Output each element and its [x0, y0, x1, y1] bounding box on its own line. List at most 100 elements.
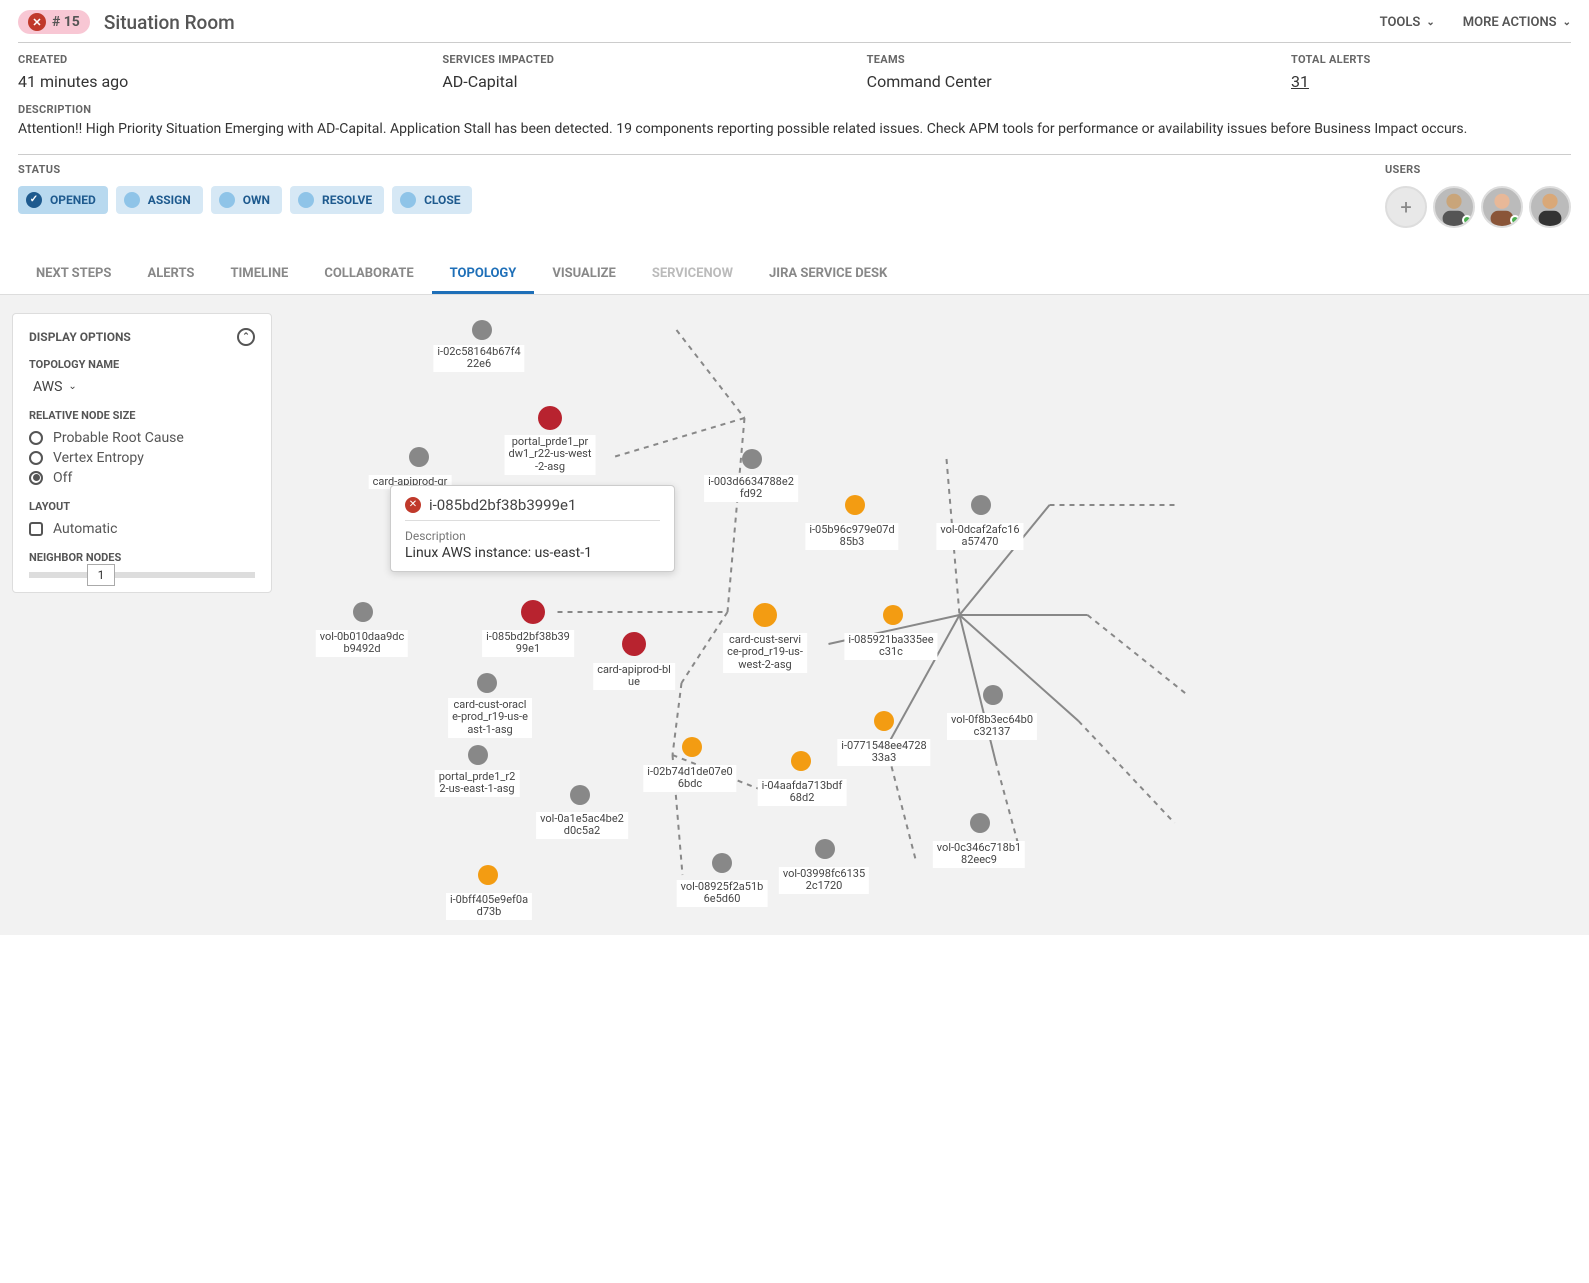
avatar[interactable] [1481, 186, 1523, 228]
more-actions-menu[interactable]: MORE ACTIONS⌄ [1463, 15, 1571, 30]
avatar[interactable] [1433, 186, 1475, 228]
add-user-button[interactable]: + [1385, 186, 1427, 228]
header-left: ✕ # 15 Situation Room [18, 10, 235, 34]
graph-node[interactable] [478, 865, 498, 885]
graph-node[interactable] [472, 320, 492, 340]
graph-node[interactable] [874, 711, 894, 731]
collapse-icon[interactable]: ⌃ [237, 328, 255, 346]
status-own[interactable]: OWN [211, 186, 282, 214]
dot-icon [124, 192, 140, 208]
tab-next-steps[interactable]: NEXT STEPS [18, 256, 129, 294]
graph-node-label: i-02c58164b67f4 22e6 [433, 345, 524, 372]
graph-node[interactable] [570, 785, 590, 805]
status-label: STATUS [18, 163, 472, 176]
graph-node-label: i-04aafda713bdf 68d2 [758, 779, 847, 806]
node-tooltip: ✕i-085bd2bf38b3999e1 Description Linux A… [390, 485, 675, 572]
graph-node[interactable] [970, 813, 990, 833]
slider-thumb[interactable]: 1 [87, 564, 115, 586]
meta-services: SERVICES IMPACTED AD-Capital [442, 53, 866, 91]
chevron-down-icon: ⌄ [1426, 17, 1434, 28]
graph-node-label: vol-0a1e5ac4be2 d0c5a2 [536, 812, 628, 839]
tabs: NEXT STEPS ALERTS TIMELINE COLLABORATE T… [0, 228, 1589, 295]
tools-menu[interactable]: TOOLS⌄ [1380, 15, 1435, 30]
tab-jira[interactable]: JIRA SERVICE DESK [751, 256, 905, 294]
opened-label: OPENED [50, 193, 96, 207]
users-label: USERS [1385, 163, 1571, 176]
status-chips: ✓ OPENED ASSIGN OWN RESOLVE CLOSE [18, 186, 472, 214]
graph-node[interactable] [791, 751, 811, 771]
avatar[interactable] [1529, 186, 1571, 228]
graph-node-label: vol-0b010daa9dc b9492d [316, 630, 408, 657]
topology-name-select[interactable]: AWS⌄ [33, 379, 255, 395]
meta-row: CREATED 41 minutes ago SERVICES IMPACTED… [0, 43, 1589, 97]
tab-alerts[interactable]: ALERTS [129, 256, 212, 294]
status-close[interactable]: CLOSE [392, 186, 472, 214]
check-icon: ✓ [26, 192, 42, 208]
graph-node[interactable] [468, 745, 488, 765]
graph-node[interactable] [682, 737, 702, 757]
tooltip-desc-value: Linux AWS instance: us-east-1 [405, 545, 660, 561]
graph-node[interactable] [353, 602, 373, 622]
status-opened[interactable]: ✓ OPENED [18, 186, 108, 214]
graph-node[interactable] [742, 449, 762, 469]
graph-node[interactable] [521, 600, 545, 624]
dot-icon [219, 192, 235, 208]
graph-node-label: i-02b74d1de07e0 6bdc [643, 765, 736, 792]
tab-collaborate[interactable]: COLLABORATE [306, 256, 431, 294]
radio-probable-root-cause[interactable]: Probable Root Cause [29, 430, 255, 446]
graph-node[interactable] [622, 632, 646, 656]
graph-node-label: card-cust-oracl e-prod_r19-us-e ast-1-as… [448, 698, 532, 738]
services-label: SERVICES IMPACTED [442, 53, 866, 66]
users-list: + [1385, 186, 1571, 228]
dot-icon [298, 192, 314, 208]
alerts-value[interactable]: 31 [1291, 72, 1571, 91]
graph-node[interactable] [845, 495, 865, 515]
created-label: CREATED [18, 53, 442, 66]
graph-node[interactable] [712, 853, 732, 873]
graph-node-label: i-0771548ee4728 33a3 [837, 739, 930, 766]
graph-node-label: card-apiprod-bl ue [593, 663, 675, 690]
status-row: STATUS ✓OPENED ASSIGN OWN RESOLVE CLOSE … [0, 155, 1589, 228]
tooltip-desc-label: Description [405, 529, 660, 543]
graph-node-label: vol-0f8b3ec64b0 c32137 [947, 713, 1037, 740]
checkbox-automatic[interactable]: Automatic [29, 521, 255, 537]
graph-node[interactable] [538, 406, 562, 430]
graph-node[interactable] [983, 685, 1003, 705]
graph-node-label: vol-03998fc6135 2c1720 [779, 867, 869, 894]
neighbor-nodes-label: NEIGHBOR NODES [29, 551, 255, 564]
graph-node[interactable] [815, 839, 835, 859]
topology-canvas[interactable]: i-02c58164b67f4 22e6portal_prde1_pr dw1_… [0, 295, 1589, 935]
graph-node-label: vol-0c346c718b1 82eec9 [933, 841, 1025, 868]
tab-servicenow[interactable]: SERVICENOW [634, 256, 751, 294]
graph-node[interactable] [971, 495, 991, 515]
graph-node[interactable] [409, 447, 429, 467]
neighbor-nodes-slider[interactable]: 1 [29, 572, 255, 578]
radio-off[interactable]: Off [29, 470, 255, 486]
status-assign[interactable]: ASSIGN [116, 186, 203, 214]
meta-created: CREATED 41 minutes ago [18, 53, 442, 91]
graph-node[interactable] [883, 605, 903, 625]
graph-node[interactable] [753, 603, 777, 627]
checkbox-icon [29, 522, 43, 536]
status-block: STATUS ✓ OPENED ASSIGN OWN RESOLVE CLOSE [18, 163, 472, 228]
header: ✕ # 15 Situation Room TOOLS⌄ MORE ACTION… [0, 0, 1589, 42]
graph-node-label: i-0bff405e9ef0a d73b [446, 893, 532, 920]
tab-timeline[interactable]: TIMELINE [212, 256, 306, 294]
tab-topology[interactable]: TOPOLOGY [432, 256, 535, 294]
status-resolve[interactable]: RESOLVE [290, 186, 384, 214]
presence-dot-icon [1510, 215, 1520, 225]
error-icon: ✕ [28, 13, 46, 31]
radio-label: Probable Root Cause [53, 430, 184, 446]
description-label: DESCRIPTION [18, 103, 1571, 116]
topology-name-label: TOPOLOGY NAME [29, 358, 255, 371]
graph-node-label: i-085bd2bf38b39 99e1 [482, 630, 574, 657]
panel-title: DISPLAY OPTIONS [29, 330, 131, 344]
radio-vertex-entropy[interactable]: Vertex Entropy [29, 450, 255, 466]
tab-visualize[interactable]: VISUALIZE [534, 256, 634, 294]
radio-icon [29, 451, 43, 465]
node-size-label: RELATIVE NODE SIZE [29, 409, 255, 422]
graph-node[interactable] [477, 673, 497, 693]
services-value: AD-Capital [442, 72, 866, 91]
teams-value: Command Center [867, 72, 1291, 91]
radio-icon [29, 471, 43, 485]
